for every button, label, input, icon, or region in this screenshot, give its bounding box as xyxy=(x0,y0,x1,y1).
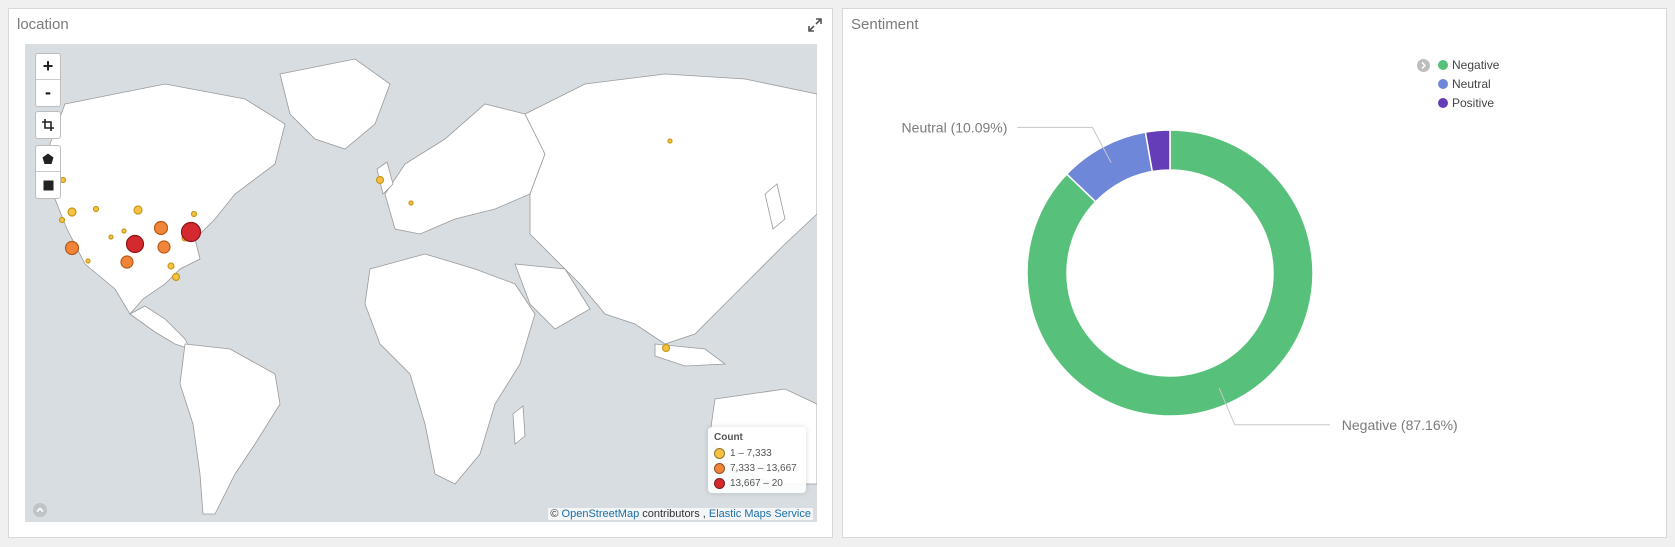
legend-label: 13,667 – 20 xyxy=(730,478,783,489)
sentiment-panel: Sentiment Negative (87.16%) Neutral (10.0… xyxy=(842,8,1667,538)
legend-dot xyxy=(1438,97,1448,108)
legend-label: Neutral xyxy=(1452,76,1491,91)
rectangle-icon[interactable] xyxy=(36,172,60,198)
zoom-out-button[interactable]: - xyxy=(36,80,60,106)
map-land xyxy=(49,58,817,515)
legend-swatch xyxy=(714,448,725,459)
legend-title: Count xyxy=(714,432,743,443)
draw-controls xyxy=(35,145,61,199)
legend-row: 7,333 – 13,667 xyxy=(714,461,800,476)
chevron-up-icon[interactable] xyxy=(33,503,47,517)
osm-link[interactable]: OpenStreetMap xyxy=(562,508,640,520)
donut-svg: Negative (87.16%) Neutral (10.09%) xyxy=(902,119,1458,433)
panel-title: Sentiment xyxy=(851,16,919,33)
legend-swatch xyxy=(714,463,725,474)
legend-dot xyxy=(1438,59,1448,70)
legend-item-negative[interactable]: Negative xyxy=(1438,55,1499,74)
legend-row: 1 – 7,333 xyxy=(714,446,800,461)
legend-label: 1 – 7,333 xyxy=(730,448,772,459)
world-map[interactable]: + - Count 1 – 7,333 7,333 – 13,667 13,66… xyxy=(25,44,817,522)
expand-icon[interactable] xyxy=(808,18,822,32)
ems-link[interactable]: Elastic Maps Service xyxy=(709,508,811,520)
fit-bounds-control xyxy=(35,111,61,139)
copyright-symbol: © xyxy=(550,508,559,520)
map-attribution: © OpenStreetMap contributors , Elastic M… xyxy=(548,508,813,520)
donut-chart: Negative (87.16%) Neutral (10.09%) xyxy=(843,39,1666,529)
legend-swatch xyxy=(714,478,725,489)
chart-legend: Negative Neutral Positive xyxy=(1438,55,1499,112)
map-legend: Count 1 – 7,333 7,333 – 13,667 13,667 – … xyxy=(708,427,806,493)
legend-row: 13,667 – 20 xyxy=(714,476,800,491)
legend-label: Negative xyxy=(1452,57,1500,72)
slice-label: Neutral (10.09%) xyxy=(902,119,1008,135)
polygon-icon[interactable] xyxy=(36,146,60,172)
legend-dot xyxy=(1438,78,1448,89)
location-panel: location + - Count 1 – 7,333 7,333 – 13,… xyxy=(8,8,833,538)
crop-icon[interactable] xyxy=(36,112,60,138)
legend-item-positive[interactable]: Positive xyxy=(1438,93,1499,112)
chevron-right-icon[interactable] xyxy=(1417,59,1430,72)
legend-label: Positive xyxy=(1452,95,1495,110)
slice-label: Negative (87.16%) xyxy=(1342,417,1458,433)
zoom-controls: + - xyxy=(35,53,61,107)
legend-item-neutral[interactable]: Neutral xyxy=(1438,74,1499,93)
attribution-text: contributors , xyxy=(642,508,706,520)
panel-title: location xyxy=(17,16,69,33)
legend-label: 7,333 – 13,667 xyxy=(730,463,797,474)
zoom-in-button[interactable]: + xyxy=(36,54,60,80)
